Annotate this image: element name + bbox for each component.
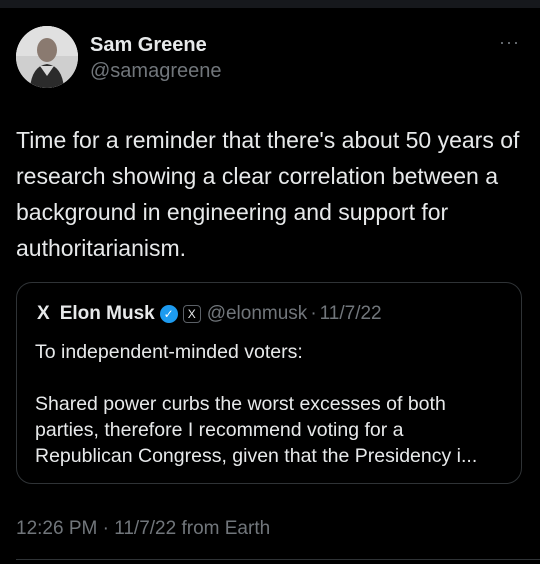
quoted-author-handle: @elonmusk xyxy=(206,303,308,324)
tweet-header: Sam Greene @samagreene ··· xyxy=(16,26,524,90)
x-logo-icon: X xyxy=(37,303,50,324)
avatar-photo xyxy=(16,26,78,88)
quoted-line-2: Shared power curbs the worst excesses of… xyxy=(35,393,478,467)
quoted-tweet[interactable]: X Elon Musk ✓ X @elonmusk · 11/7/22 To i… xyxy=(16,282,522,484)
affiliate-badge-icon: X xyxy=(182,305,201,323)
tweet-timestamp[interactable]: 12:26 PM · 11/7/22 from Earth xyxy=(16,518,270,540)
avatar[interactable] xyxy=(16,26,78,88)
separator-dot: · xyxy=(310,303,317,324)
author-handle[interactable]: @samagreene xyxy=(90,60,221,83)
tweet-text: Time for a reminder that there's about 5… xyxy=(16,127,520,261)
quoted-author-name: Elon Musk xyxy=(59,303,155,324)
quoted-line-1: To independent-minded voters: xyxy=(35,341,303,363)
quoted-date: 11/7/22 xyxy=(319,303,382,324)
quoted-tweet-text: To independent-minded voters: Shared pow… xyxy=(35,339,505,469)
verified-badge-icon: ✓ xyxy=(159,305,178,323)
author-name[interactable]: Sam Greene xyxy=(90,34,207,57)
more-options-icon[interactable]: ··· xyxy=(499,32,520,53)
quoted-tweet-header: X Elon Musk ✓ X @elonmusk · 11/7/22 xyxy=(37,300,382,328)
bottom-divider xyxy=(16,559,540,560)
top-divider xyxy=(0,0,540,8)
